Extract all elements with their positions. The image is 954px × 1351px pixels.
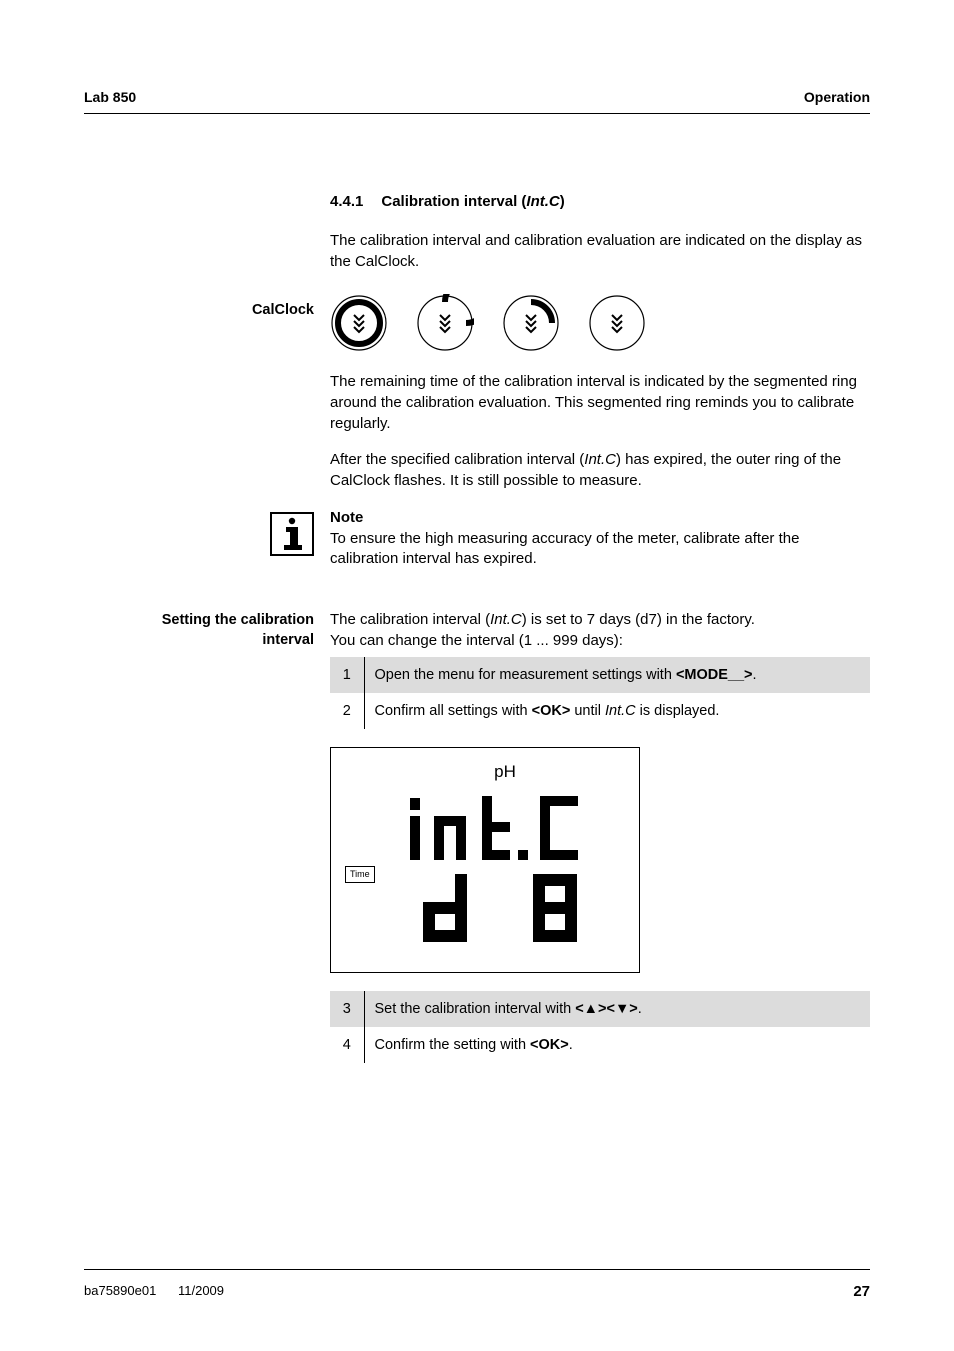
page-footer: ba75890e01 11/2009 27 <box>84 1269 870 1303</box>
step-num-1: 1 <box>330 657 364 693</box>
calclock-para2: After the specified calibration interval… <box>330 450 870 491</box>
step3-b: <▲><▼> <box>575 1001 638 1017</box>
setting-para-a: The calibration interval ( <box>330 611 490 628</box>
info-icon <box>270 512 314 556</box>
header-left: Lab 850 <box>84 88 136 107</box>
setting-para-c: You can change the interval (1 ... 999 d… <box>330 632 623 649</box>
step-row-1: 1 Open the menu for measurement settings… <box>330 657 870 693</box>
section-title-prefix: Calibration interval ( <box>381 193 526 210</box>
label-calclock: CalClock <box>84 288 314 507</box>
seg-d8-icon <box>413 872 613 952</box>
step-text-2: Confirm all settings with <OK> until Int… <box>364 693 870 729</box>
lcd-row1 <box>343 790 627 868</box>
footer-date: 11/2009 <box>178 1283 224 1298</box>
step3-c: . <box>638 1001 642 1017</box>
step-row-2: 2 Confirm all settings with <OK> until I… <box>330 693 870 729</box>
step3-a: Set the calibration interval with <box>375 1001 576 1017</box>
step-num-3: 3 <box>330 991 364 1027</box>
step4-b: <OK> <box>530 1037 569 1053</box>
step1-a: Open the menu for measurement settings w… <box>375 667 676 683</box>
footer-doc: ba75890e01 <box>84 1283 156 1298</box>
setting-para-ital: Int.C <box>490 611 522 628</box>
step-text-4: Confirm the setting with <OK>. <box>364 1027 870 1063</box>
step4-a: Confirm the setting with <box>375 1037 531 1053</box>
lcd-ph-label: pH <box>343 760 627 783</box>
section-title-italic: Int.C <box>526 193 559 210</box>
step-row-3: 3 Set the calibration interval with <▲><… <box>330 991 870 1027</box>
intro-paragraph: The calibration interval and calibration… <box>330 231 870 272</box>
section-title-suffix: ) <box>560 193 565 210</box>
step2-a: Confirm all settings with <box>375 703 532 719</box>
step4-c: . <box>569 1037 573 1053</box>
note-heading: Note <box>330 508 870 529</box>
steps-table-2: 3 Set the calibration interval with <▲><… <box>330 991 870 1063</box>
label-setting-line1: Setting the calibration <box>162 612 314 628</box>
step1-b: <MODE__> <box>676 667 753 683</box>
calclock-icons-row <box>330 294 870 352</box>
calclock-threequarter-icon <box>416 294 474 352</box>
calclock-quarter-icon <box>502 294 560 352</box>
header-right: Operation <box>804 88 870 107</box>
lcd-display: pH <box>330 747 640 973</box>
calclock-para1: The remaining time of the calibration in… <box>330 372 870 434</box>
label-setting-line2: interval <box>262 632 314 648</box>
step2-c: until <box>570 703 605 719</box>
calclock-empty-icon <box>588 294 646 352</box>
calclock-para2-ital: Int.C <box>584 451 616 468</box>
step1-c: . <box>753 667 757 683</box>
step-num-4: 4 <box>330 1027 364 1063</box>
step2-ital: Int.C <box>605 703 636 719</box>
seg-intc-icon <box>400 790 600 868</box>
step-text-3: Set the calibration interval with <▲><▼>… <box>364 991 870 1027</box>
section-heading: 4.4.1 Calibration interval (Int.C) <box>330 192 870 213</box>
page-header: Lab 850 Operation <box>84 88 870 114</box>
step-row-4: 4 Confirm the setting with <OK>. <box>330 1027 870 1063</box>
footer-page: 27 <box>853 1282 870 1303</box>
calclock-full-icon <box>330 294 388 352</box>
calclock-para2-a: After the specified calibration interval… <box>330 451 584 468</box>
label-setting-calibration: Setting the calibration interval <box>84 610 314 1063</box>
lcd-row2 <box>343 872 627 952</box>
setting-para: The calibration interval (Int.C) is set … <box>330 610 870 651</box>
step-text-1: Open the menu for measurement settings w… <box>364 657 870 693</box>
section-number: 4.4.1 <box>330 192 363 213</box>
steps-table: 1 Open the menu for measurement settings… <box>330 657 870 729</box>
note-body: To ensure the high measuring accuracy of… <box>330 529 870 570</box>
lcd-time-badge: Time <box>345 866 375 882</box>
step-num-2: 2 <box>330 693 364 729</box>
step2-b: <OK> <box>532 703 571 719</box>
setting-para-b: ) is set to 7 days (d7) in the factory. <box>522 611 755 628</box>
step2-d: is displayed. <box>636 703 720 719</box>
